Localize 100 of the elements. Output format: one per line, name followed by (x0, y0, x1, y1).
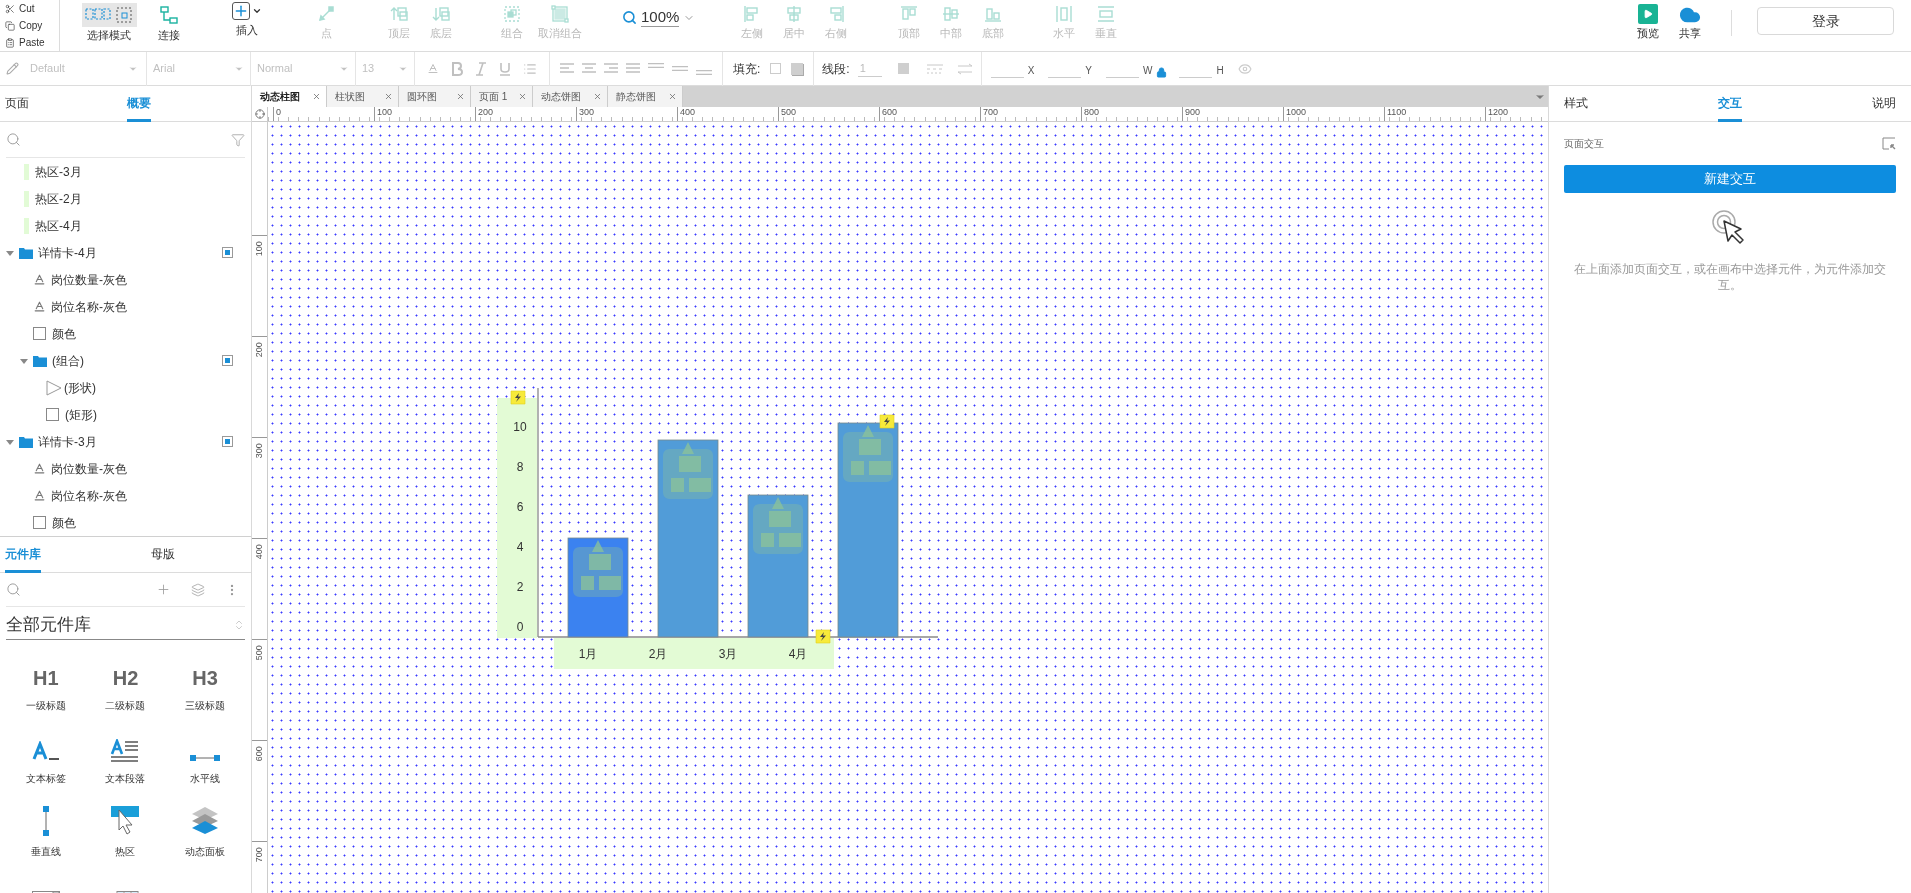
panel-tab[interactable]: 说明 (1872, 86, 1896, 122)
clipboard-button[interactable]: Cut (0, 0, 59, 17)
library-widget[interactable]: 水平线 (165, 727, 245, 800)
library-widget[interactable]: 垂直线 (6, 800, 86, 873)
outline-item[interactable]: (组合) (0, 347, 251, 374)
search-icon[interactable] (6, 132, 21, 147)
outline-item[interactable]: 岗位数量-灰色 (0, 455, 251, 482)
stack-icon[interactable] (191, 582, 205, 597)
image-placeholder-icon (573, 540, 623, 597)
expanded-caret-icon[interactable] (6, 248, 14, 257)
library-widget[interactable]: H2 二级标题 (85, 654, 166, 727)
folder-icon (19, 435, 33, 448)
expanded-caret-icon[interactable] (6, 437, 14, 446)
library-widget[interactable]: 动态面板 (165, 800, 245, 873)
page-tab[interactable]: 静态饼图 (608, 86, 683, 107)
lock-icon[interactable] (1156, 66, 1168, 78)
heading-icon: H1 (33, 666, 59, 690)
library-widget[interactable]: 文本段落 (85, 727, 166, 800)
filter-icon[interactable] (231, 132, 245, 147)
italic-icon (475, 61, 487, 76)
outline-item[interactable]: 热区-3月 (0, 158, 251, 185)
ruler-label: 200 (252, 336, 267, 357)
search-icon[interactable] (6, 582, 21, 597)
panel-tab[interactable]: 页面 (5, 86, 29, 122)
outline-item[interactable]: 详情卡-3月 (0, 428, 251, 455)
outline-item[interactable]: 热区-4月 (0, 212, 251, 239)
paragraph-icon (110, 739, 141, 763)
play-icon (1638, 4, 1658, 24)
library-widget[interactable]: H1 一级标题 (6, 654, 86, 727)
vertical-align-icon (648, 62, 664, 68)
eye-icon[interactable] (1237, 61, 1252, 76)
add-icon[interactable] (156, 582, 171, 597)
visibility-toggle[interactable] (222, 355, 233, 366)
close-icon[interactable] (668, 92, 677, 101)
page-tab[interactable]: 柱状图 (327, 86, 399, 107)
line-color-swatch[interactable] (897, 63, 909, 74)
expanded-caret-icon[interactable] (20, 356, 28, 365)
preview-button[interactable]: 预览 (1627, 0, 1669, 39)
heading-icon: H2 (112, 666, 139, 690)
collapse-icon[interactable] (1882, 137, 1896, 150)
align-center-icon (784, 4, 804, 24)
share-button[interactable]: 共享 (1669, 0, 1711, 39)
page-tab[interactable]: 页面 1 (471, 86, 533, 107)
folder-icon (19, 246, 33, 259)
triangle-icon (46, 379, 62, 396)
panel-tab[interactable]: 母版 (151, 537, 175, 573)
mode-button[interactable]: 连接 (139, 0, 199, 41)
page-tab[interactable]: 圆环图 (399, 86, 471, 107)
library-select[interactable]: 全部元件库 (6, 610, 245, 640)
text-align-icon (604, 62, 618, 75)
caret-icon (252, 6, 262, 16)
close-icon[interactable] (312, 92, 321, 101)
zoom-select[interactable]: 100% (622, 8, 712, 27)
outline-item[interactable]: 岗位名称-灰色 (0, 293, 251, 320)
clipboard-button[interactable]: Paste (0, 34, 59, 51)
page-tab[interactable]: 动态柱图 (252, 86, 327, 107)
rectangle-icon (33, 327, 46, 340)
image-placeholder-icon (843, 425, 893, 482)
close-icon[interactable] (456, 92, 465, 101)
crosshair-icon[interactable] (254, 109, 265, 119)
hotspot-icon (110, 806, 141, 836)
vertical-align-icon (672, 66, 688, 71)
login-button[interactable]: 登录 (1757, 7, 1894, 35)
outline-item[interactable]: 颜色 (0, 320, 251, 347)
library-widget[interactable]: 热区 (85, 800, 166, 873)
underline-icon (499, 61, 511, 76)
connector-icon (159, 5, 179, 25)
outline-item[interactable]: 岗位数量-灰色 (0, 266, 251, 293)
outline-item[interactable]: 颜色 (0, 509, 251, 536)
outline-item[interactable]: 详情卡-4月 (0, 239, 251, 266)
tick-label: 0 (516, 620, 524, 635)
hotspot-marker (24, 217, 29, 234)
text-align-icon (582, 62, 596, 75)
visibility-toggle[interactable] (222, 436, 233, 447)
insert-button[interactable]: 插入 (217, 0, 277, 36)
pencil-icon (6, 62, 19, 75)
panel-tab[interactable]: 概要 (127, 86, 151, 122)
vertical-align-icon (696, 69, 712, 75)
field-label: W (1143, 63, 1153, 78)
page-tab[interactable]: 动态饼图 (533, 86, 608, 107)
library-widget[interactable]: H3 三级标题 (165, 654, 245, 727)
panel-tab[interactable]: 元件库 (5, 537, 41, 573)
text-label-icon (31, 741, 60, 763)
panel-tab[interactable]: 样式 (1564, 86, 1588, 122)
outline-item[interactable]: 岗位名称-灰色 (0, 482, 251, 509)
outline-item[interactable]: 热区-2月 (0, 185, 251, 212)
library-widget[interactable]: 文本标签 (6, 727, 86, 800)
close-icon[interactable] (384, 92, 393, 101)
visibility-toggle[interactable] (222, 247, 233, 258)
tick-label: 10 (513, 420, 527, 435)
tick-label: 4 (516, 540, 524, 555)
clipboard-button[interactable]: Copy (0, 17, 59, 34)
outline-item[interactable]: (形状) (0, 374, 251, 401)
ruler-label: 400 (252, 538, 267, 559)
close-icon[interactable] (593, 92, 602, 101)
panel-tab[interactable]: 交互 (1718, 86, 1742, 122)
fill-swatch[interactable] (791, 62, 804, 75)
close-icon[interactable] (518, 92, 527, 101)
outline-item[interactable]: (矩形) (0, 401, 251, 428)
new-interaction-button[interactable]: 新建交互 (1564, 165, 1896, 193)
